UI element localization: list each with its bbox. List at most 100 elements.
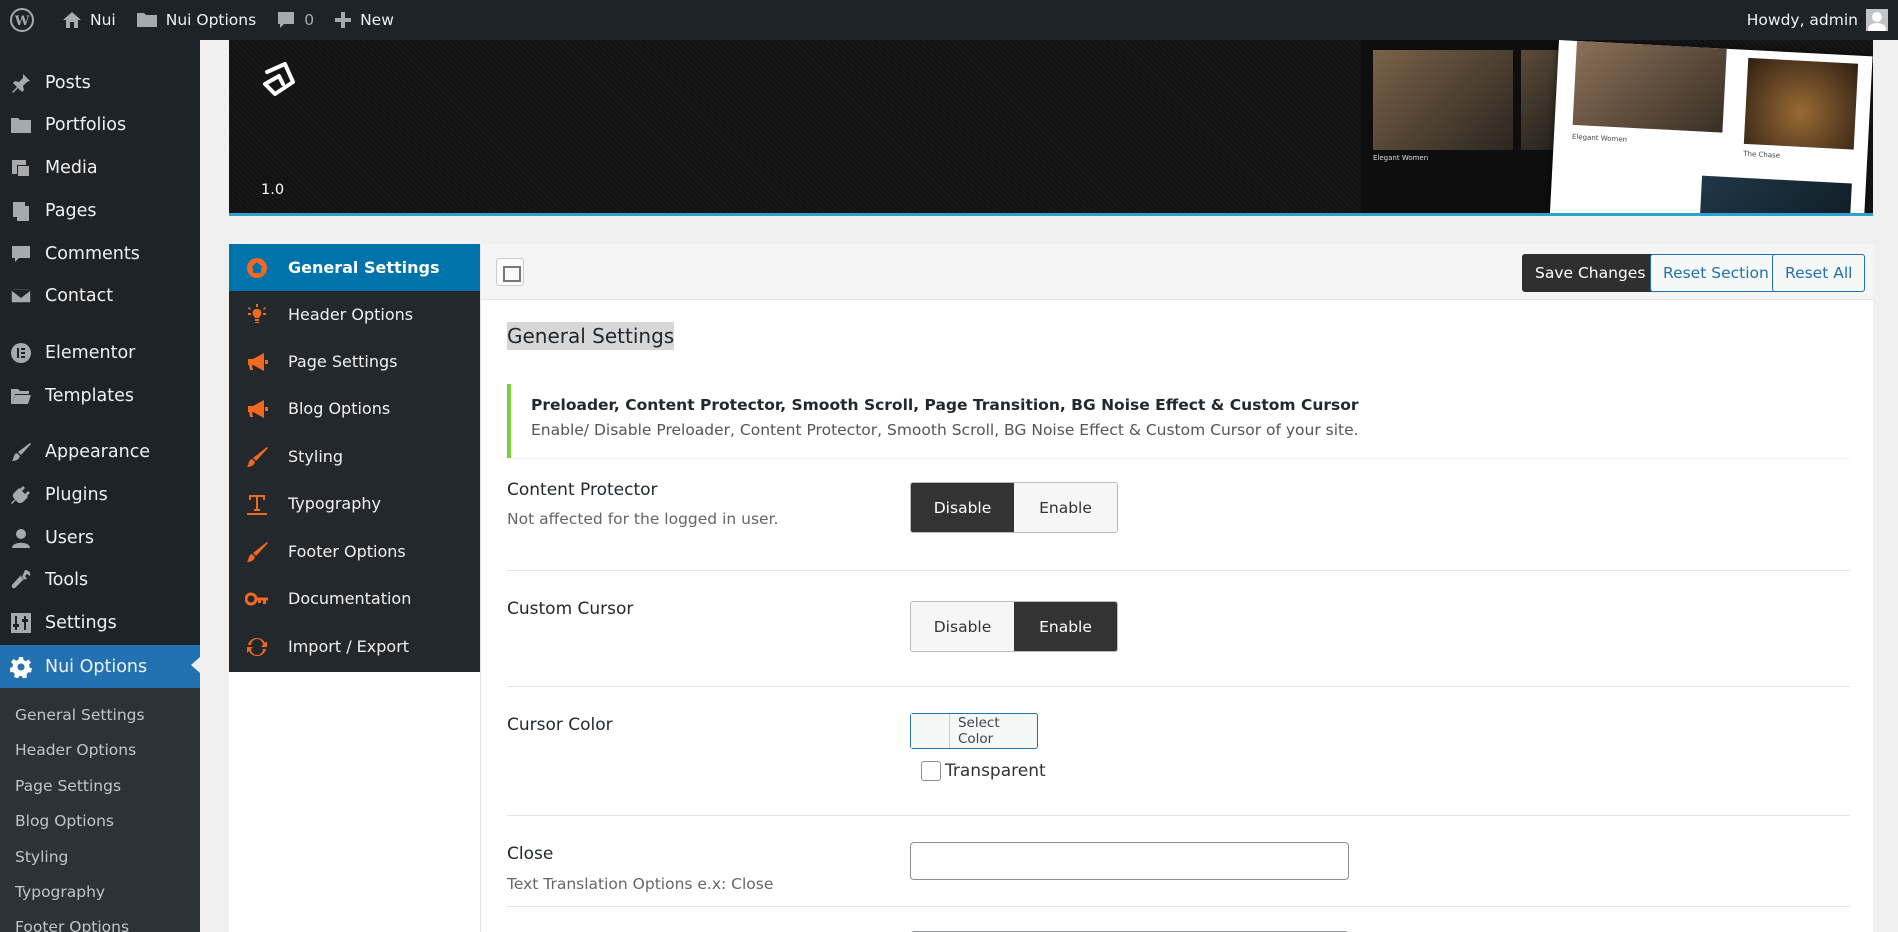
theme-logo-icon (263, 62, 295, 96)
new-content-link[interactable]: New (324, 0, 404, 40)
refresh-icon (245, 635, 269, 659)
pages-icon (13, 202, 29, 221)
menu-nui-options[interactable]: Nui Options (0, 645, 200, 688)
nav-documentation[interactable]: Documentation (229, 575, 480, 622)
menu-plugins-label: Plugins (45, 485, 108, 505)
nav-typography[interactable]: Typography (229, 480, 480, 527)
submenu-typography[interactable]: Typography (15, 883, 105, 901)
sidebar-filler (229, 672, 480, 932)
preview-photo (1698, 175, 1852, 213)
wordpress-logo-icon[interactable]: W (0, 0, 52, 40)
menu-contact-label: Contact (45, 286, 114, 306)
nav-label: Typography (288, 494, 381, 513)
custom-cursor-toggle: Disable Enable (910, 601, 1118, 652)
reset-all-button[interactable]: Reset All (1772, 254, 1866, 292)
submenu-page-settings[interactable]: Page Settings (15, 777, 121, 795)
section-title: General Settings (507, 322, 675, 350)
nav-page-settings[interactable]: Page Settings (229, 338, 480, 385)
submenu-blog-options[interactable]: Blog Options (15, 812, 114, 830)
nav-header-options[interactable]: Header Options (229, 291, 480, 338)
field-description: Not affected for the logged in user. (507, 510, 779, 528)
menu-tools[interactable]: Tools (0, 560, 200, 600)
menu-elementor-label: Elementor (45, 343, 136, 363)
submenu-general-settings[interactable]: General Settings (15, 706, 145, 724)
nui-options-link[interactable]: Nui Options (126, 0, 266, 40)
field-close: Close Text Translation Options e.x: Clos… (507, 816, 1850, 907)
submenu-styling[interactable]: Styling (15, 848, 68, 866)
color-swatch (911, 714, 950, 748)
field-content-protector: Content Protector Not affected for the l… (507, 470, 1850, 571)
home-icon (63, 12, 81, 28)
megaphone-icon (245, 397, 269, 421)
save-changes-button[interactable]: Save Changes (1522, 254, 1659, 292)
select-color-label: Select Color (957, 715, 1000, 747)
menu-elementor[interactable]: Elementor (0, 333, 200, 373)
nav-label: Footer Options (288, 542, 406, 561)
menu-pages[interactable]: Pages (0, 191, 200, 231)
preview-photo (1373, 50, 1513, 150)
options-toolbar: Save Changes Reset Section Reset All (481, 244, 1874, 300)
nav-label: Documentation (288, 589, 412, 608)
preview-caption: Elegant Women (1373, 154, 1429, 162)
field-label: Close (507, 844, 554, 864)
field-label: Cursor Color (507, 715, 613, 735)
field-custom-cursor: Custom Cursor Disable Enable (507, 571, 1850, 687)
menu-media-label: Media (45, 158, 98, 178)
my-account[interactable]: Howdy, admin (1747, 9, 1898, 31)
menu-nui-options-label: Nui Options (45, 656, 148, 677)
comments-link[interactable]: 0 (266, 0, 324, 40)
nav-styling[interactable]: Styling (229, 433, 480, 480)
close-text-input[interactable] (910, 842, 1349, 880)
transparent-option[interactable]: Transparent (921, 761, 1046, 781)
menu-appearance[interactable]: Appearance (0, 432, 200, 472)
text-icon (245, 492, 269, 516)
menu-comments-label: Comments (45, 244, 140, 264)
elementor-icon (11, 343, 31, 363)
gear-icon (10, 656, 32, 678)
nav-label: General Settings (288, 258, 440, 277)
nav-footer-options[interactable]: Footer Options (229, 528, 480, 575)
nav-import-export[interactable]: Import / Export (229, 623, 480, 670)
site-name-link[interactable]: Nui (52, 0, 126, 40)
preview-photo (1572, 40, 1727, 133)
expand-options-button[interactable] (496, 258, 524, 286)
transparent-checkbox[interactable] (921, 761, 941, 781)
comments-count: 0 (304, 11, 315, 29)
custom-cursor-disable-button[interactable]: Disable (911, 602, 1014, 651)
field-label: Content Protector (507, 480, 658, 500)
custom-cursor-enable-button[interactable]: Enable (1014, 602, 1117, 651)
nav-blog-options[interactable]: Blog Options (229, 385, 480, 432)
preview-photo (1743, 57, 1859, 150)
menu-media[interactable]: Media (0, 148, 200, 188)
menu-comments[interactable]: Comments (0, 234, 200, 274)
menu-settings-label: Settings (45, 613, 117, 633)
menu-contact[interactable]: Contact (0, 276, 200, 316)
menu-appearance-label: Appearance (45, 442, 151, 462)
submenu-header-options[interactable]: Header Options (15, 741, 136, 759)
menu-portfolios[interactable]: Portfolios (0, 105, 200, 145)
menu-posts[interactable]: Posts (0, 63, 200, 103)
menu-settings[interactable]: Settings (0, 603, 200, 643)
nui-options-submenu: General Settings Header Options Page Set… (0, 688, 200, 932)
theme-version: 1.0 (261, 182, 285, 198)
submenu-footer-options[interactable]: Footer Options (15, 918, 129, 932)
field-next (507, 907, 1850, 932)
plug-icon (11, 486, 30, 504)
comment-icon (12, 246, 30, 262)
select-color-button[interactable]: Select Color (910, 713, 1038, 749)
menu-portfolios-label: Portfolios (45, 115, 127, 135)
folder-icon (11, 118, 31, 133)
reset-section-button[interactable]: Reset Section (1650, 254, 1782, 292)
options-content: Save Changes Reset Section Reset All Gen… (480, 244, 1874, 932)
menu-users[interactable]: Users (0, 518, 200, 558)
menu-plugins[interactable]: Plugins (0, 475, 200, 515)
menu-users-label: Users (45, 528, 95, 548)
content-protector-disable-button[interactable]: Disable (911, 483, 1014, 532)
site-name: Nui (90, 11, 116, 29)
menu-tools-label: Tools (45, 570, 89, 590)
menu-templates[interactable]: Templates (0, 376, 200, 416)
nav-general-settings[interactable]: General Settings (229, 244, 480, 291)
field-label: Custom Cursor (507, 599, 634, 619)
content-protector-enable-button[interactable]: Enable (1014, 483, 1117, 532)
preview-caption: Elegant Women (1571, 132, 1628, 144)
